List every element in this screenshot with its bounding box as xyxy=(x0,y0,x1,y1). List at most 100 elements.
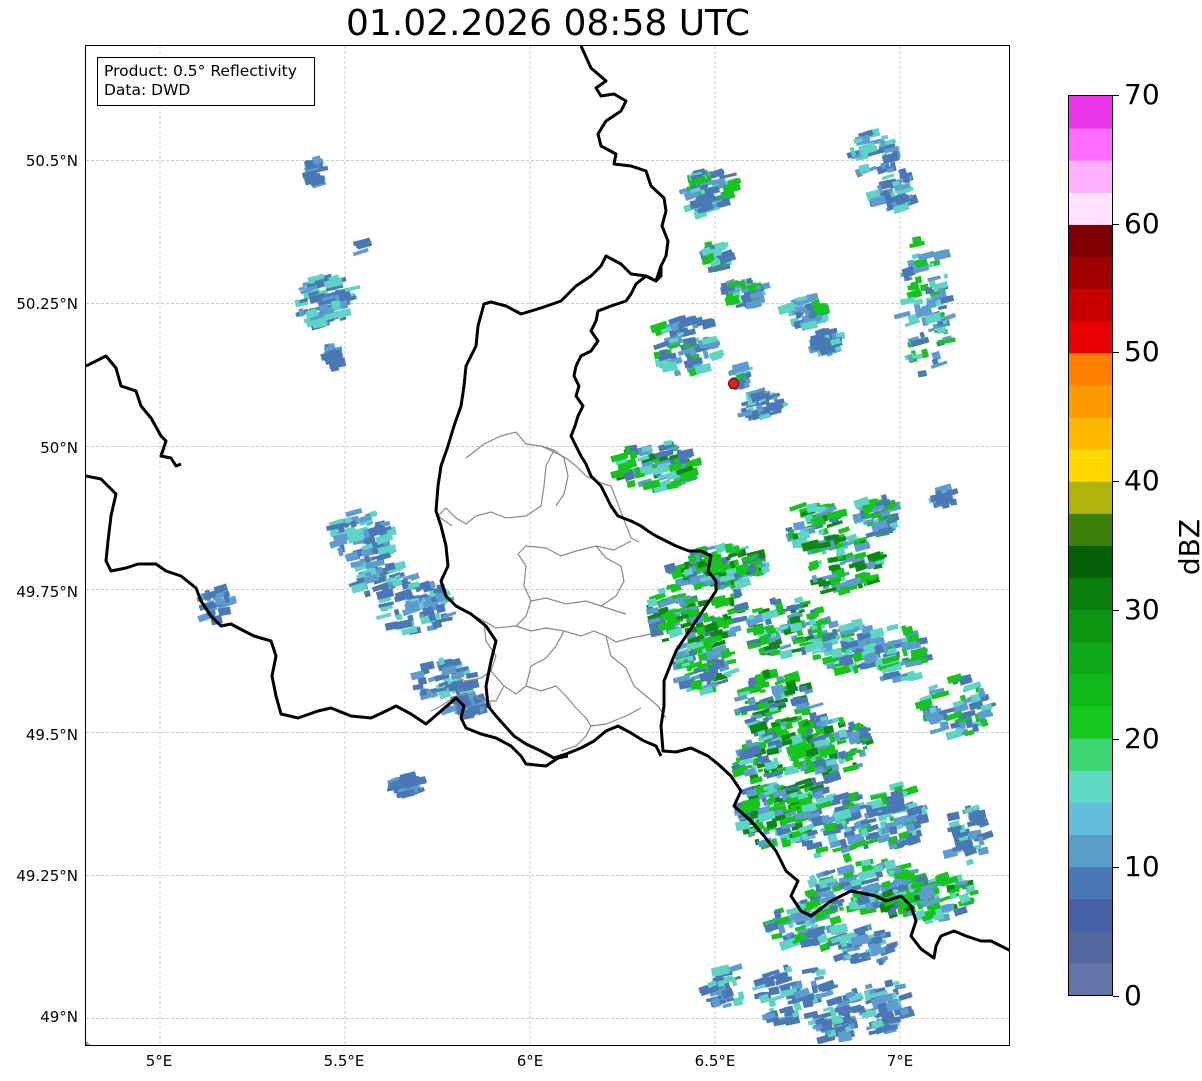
colorbar-swatch xyxy=(1069,866,1112,900)
west-boundary xyxy=(86,474,569,768)
colorbar-tick-label: 30 xyxy=(1124,593,1160,626)
ytick-label: 49°N xyxy=(40,1008,78,1026)
echo-cell xyxy=(945,728,963,741)
colorbar-tick-label: 50 xyxy=(1124,335,1160,368)
echo-cell xyxy=(363,589,371,598)
echo-cell xyxy=(345,507,363,518)
echo-cell xyxy=(779,643,792,650)
echo-cell xyxy=(814,975,825,981)
colorbar-label: dBZ xyxy=(1173,518,1202,576)
reflectivity-echoes xyxy=(196,128,997,1045)
echo-cell xyxy=(626,479,636,488)
colorbar-swatch xyxy=(1069,417,1112,450)
radar-map[interactable] xyxy=(85,45,1010,1046)
echo-cell xyxy=(919,331,926,339)
xtick-label: 6.5°E xyxy=(694,1052,736,1070)
echo-cell xyxy=(917,370,927,378)
colorbar-tick-label: 60 xyxy=(1124,207,1160,240)
echo-cell xyxy=(839,560,846,566)
colorbar-swatch xyxy=(1069,352,1112,386)
echo-cell xyxy=(330,299,342,311)
colorbar-swatch xyxy=(1069,513,1112,546)
dbz-colorbar xyxy=(1068,95,1113,996)
colorbar-tickmark xyxy=(1113,224,1119,225)
echo-cell xyxy=(946,811,960,822)
ytick-label: 49.5°N xyxy=(25,726,78,744)
echo-cell xyxy=(352,247,369,257)
echo-cell xyxy=(739,703,759,714)
ytick-label: 50.5°N xyxy=(25,152,78,170)
echo-cell xyxy=(937,304,948,311)
colorbar-swatches xyxy=(1069,96,1112,995)
colorbar-swatch xyxy=(1069,192,1112,225)
echo-cell xyxy=(814,606,825,615)
colorbar-swatch xyxy=(1069,673,1112,707)
colorbar-tick-label: 10 xyxy=(1124,850,1160,883)
colorbar-tickmark xyxy=(1113,481,1119,482)
echo-cell xyxy=(891,512,900,522)
echo-cell xyxy=(813,634,819,640)
echo-cell xyxy=(965,858,975,866)
radar-site-marker[interactable] xyxy=(728,377,739,389)
echo-cell xyxy=(944,312,957,321)
echo-cell xyxy=(757,768,764,773)
echo-cell xyxy=(888,869,895,876)
echo-cell xyxy=(409,572,420,581)
echo-cell xyxy=(899,296,916,306)
colorbar-tickmark xyxy=(1113,996,1119,997)
echo-cell xyxy=(842,852,853,864)
echo-cell xyxy=(726,658,737,665)
echo-cell xyxy=(653,340,670,351)
colorbar-swatch xyxy=(1069,384,1112,418)
echo-cell xyxy=(661,637,670,643)
echo-cell xyxy=(702,350,710,360)
colorbar-swatch xyxy=(1069,834,1112,868)
echo-cell xyxy=(702,612,709,619)
xtick-label: 6°E xyxy=(516,1052,544,1070)
echo-cell xyxy=(884,979,894,988)
echo-cell xyxy=(779,649,793,660)
echo-cell xyxy=(892,980,900,986)
echo-cell xyxy=(744,700,750,705)
echo-cell xyxy=(420,688,428,696)
colorbar-swatch xyxy=(1069,930,1112,964)
colorbar-tickmark xyxy=(1113,867,1119,868)
echo-cell xyxy=(943,273,949,279)
colorbar-tick-label: 70 xyxy=(1124,78,1160,111)
echo-cell xyxy=(797,530,811,541)
echo-cell xyxy=(835,508,848,519)
colorbar-swatch xyxy=(1069,962,1112,995)
echo-cell xyxy=(837,526,851,535)
echo-cell xyxy=(881,134,889,140)
xtick-label: 5.5°E xyxy=(323,1052,365,1070)
echo-cell xyxy=(853,651,863,660)
echo-cell xyxy=(629,450,638,460)
echo-cell xyxy=(838,729,848,738)
colorbar-swatch xyxy=(1069,898,1112,932)
echo-cell xyxy=(375,612,392,621)
xtick-label: 5°E xyxy=(145,1052,173,1070)
echo-cell xyxy=(768,986,780,996)
colorbar-tick-label: 40 xyxy=(1124,464,1160,497)
colorbar-swatch xyxy=(1069,641,1112,675)
colorbar-swatch xyxy=(1069,96,1112,129)
echo-cell xyxy=(710,350,723,362)
product-info-box: Product: 0.5° Reflectivity Data: DWD xyxy=(97,57,315,106)
echo-cell xyxy=(657,587,667,595)
echo-cell xyxy=(801,967,819,975)
echo-cell xyxy=(807,701,824,710)
echo-cell xyxy=(860,151,869,160)
echo-cell xyxy=(878,959,884,966)
colorbar-tickmark xyxy=(1113,610,1119,611)
echo-cell xyxy=(838,906,844,912)
ytick-label: 50°N xyxy=(40,439,78,457)
colorbar-swatch xyxy=(1069,128,1112,161)
colorbar-swatch xyxy=(1069,224,1112,258)
colorbar-swatch xyxy=(1069,288,1112,322)
colorbar-swatch xyxy=(1069,320,1112,354)
echo-cell xyxy=(920,656,929,664)
data-source-label: Data: DWD xyxy=(104,81,191,99)
echo-cell xyxy=(862,745,868,750)
echo-cell xyxy=(888,826,898,835)
echo-cell xyxy=(829,915,842,926)
